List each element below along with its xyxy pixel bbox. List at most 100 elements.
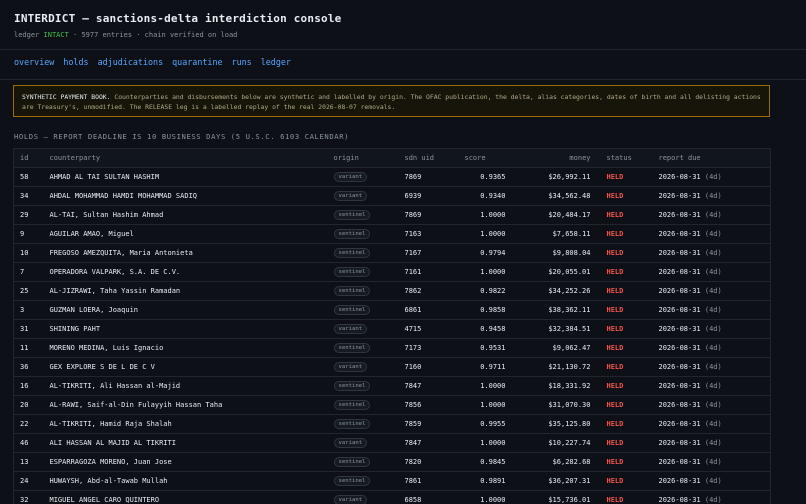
col-header-origin[interactable]: origin [327,148,399,168]
cell-counterparty: ALI HASSAN AL MAJID AL TIKRITI [43,433,328,453]
cell-id: 36 [13,357,44,377]
cell-money: $31,070.30 [519,395,597,415]
status-badge: HELD [606,477,624,485]
cell-sdn-uid: 7859 [398,414,459,434]
cell-money: $7,658.11 [519,224,597,244]
days-remaining: (4d) [704,420,722,428]
status-badge: HELD [606,268,624,276]
cell-score: 0.9458 [458,319,520,339]
days-remaining: (4d) [704,173,722,181]
col-header-score[interactable]: score [458,148,520,168]
table-row[interactable]: 31 SHINING PAHT variant 4715 0.9458 $32,384.5… [13,319,771,339]
report-due-date: 2026-08-31 [658,363,701,371]
cell-sdn-uid: 7862 [398,281,459,301]
nav-ledger[interactable]: ledger [261,56,291,79]
table-row[interactable]: 36 GEX EXPLORE S DE L DE C V variant 7160 0.… [13,357,771,377]
cell-counterparty: MORENO MEDINA, Luis Ignacio [43,338,328,358]
status-badge: HELD [606,306,624,314]
table-row[interactable]: 46 ALI HASSAN AL MAJID AL TIKRITI variant 7… [13,433,771,453]
cell-id: 25 [13,281,44,301]
origin-badge: sentinel [333,229,371,239]
report-due-date: 2026-08-31 [658,230,701,238]
cell-sdn-uid: 7161 [398,262,459,282]
cell-sdn-uid: 7861 [398,471,459,491]
origin-badge: sentinel [333,400,371,410]
col-header-counterparty[interactable]: counterparty [43,148,328,168]
cell-score: 0.9340 [458,186,520,206]
origin-badge: variant [333,495,368,504]
table-row[interactable]: 24 HUWAYSH, Abd-al-Tawab Mullah sentinel 78… [13,471,771,491]
nav-runs[interactable]: runs [232,56,252,79]
nav-overview[interactable]: overview [14,56,54,79]
cell-report-due: 2026-08-31 (4d) [652,471,771,491]
table-row[interactable]: 11 MORENO MEDINA, Luis Ignacio sentinel 717… [13,338,771,358]
nav-quarantine[interactable]: quarantine [172,56,222,79]
table-row[interactable]: 22 AL-TIKRITI, Hamid Raja Shalah sentinel 7… [13,414,771,434]
table-row[interactable]: 9 AGUILAR AMAO, Miguel sentinel 7163 1.0000 $… [13,224,771,244]
days-remaining: (4d) [704,477,722,485]
table-row[interactable]: 16 AL-TIKRITI, Ali Hassan al-Majid sentine… [13,376,771,396]
origin-badge: variant [333,172,368,182]
cell-sdn-uid: 7160 [398,357,459,377]
cell-report-due: 2026-08-31 (4d) [652,186,771,206]
notice-heading: SYNTHETIC PAYMENT BOOK. [22,93,111,101]
report-due-date: 2026-08-31 [658,287,701,295]
table-row[interactable]: 25 AL-JIZRAWI, Taha Yassin Ramadan sentine… [13,281,771,301]
cell-status: HELD [596,414,653,434]
cell-id: 13 [13,452,44,472]
cell-id: 7 [13,262,44,282]
cell-counterparty: AHMAD AL TAI SULTAN HASHIM [43,167,328,187]
table-row[interactable]: 34 AHDAL MOHAMMAD HAMDI MOHAMMAD SADIQ var… [13,186,771,206]
days-remaining: (4d) [704,363,722,371]
cell-score: 0.9531 [458,338,520,358]
cell-report-due: 2026-08-31 (4d) [652,433,771,453]
table-row[interactable]: 7 OPERADORA VALPARK, S.A. DE C.V. sentinel… [13,262,771,282]
table-row[interactable]: 58 AHMAD AL TAI SULTAN HASHIM variant 7869 0… [13,167,771,187]
status-badge: HELD [606,325,624,333]
cell-score: 0.9794 [458,243,520,263]
col-header-status[interactable]: status [596,148,653,168]
cell-report-due: 2026-08-31 (4d) [652,338,771,358]
cell-score: 0.9891 [458,471,520,491]
table-row[interactable]: 10 FREGOSO AMEZQUITA, Maria Antonieta sent… [13,243,771,263]
cell-sdn-uid: 7163 [398,224,459,244]
table-row[interactable]: 13 ESPARRAGOZA MORENO, Juan Jose sentinel 7… [13,452,771,472]
cell-sdn-uid: 6858 [398,490,459,504]
report-due-date: 2026-08-31 [658,306,701,314]
cell-counterparty: SHINING PAHT [43,319,328,339]
table-row[interactable]: 29 AL-TAI, Sultan Hashim Ahmad sentinel 786… [13,205,771,225]
table-row[interactable]: 20 AL-RAWI, Saif-al-Din Fulayyih Hassan T… [13,395,771,415]
status-badge: HELD [606,458,624,466]
origin-badge: sentinel [333,419,371,429]
cell-counterparty: AL-RAWI, Saif-al-Din Fulayyih Hassan Tah… [43,395,328,415]
col-header-sdn-uid[interactable]: sdn uid [398,148,459,168]
cell-origin: variant [327,357,399,377]
status-badge: HELD [606,287,624,295]
nav-holds[interactable]: holds [63,56,88,79]
cell-status: HELD [596,452,653,472]
cell-score: 0.9955 [458,414,520,434]
cell-report-due: 2026-08-31 (4d) [652,167,771,187]
cell-status: HELD [596,186,653,206]
cell-score: 0.9845 [458,452,520,472]
nav-adjudications[interactable]: adjudications [98,56,164,79]
days-remaining: (4d) [704,401,722,409]
main-nav: overview holds adjudications quarantine … [0,50,806,80]
table-row[interactable]: 32 MIGUEL ANGEL CARO QUINTERO variant 6858 1… [13,490,771,504]
cell-money: $6,282.68 [519,452,597,472]
col-header-id[interactable]: id [13,148,44,168]
cell-report-due: 2026-08-31 (4d) [652,395,771,415]
notice-text: Counterparties and disbursements below a… [22,93,761,111]
days-remaining: (4d) [704,268,722,276]
cell-score: 1.0000 [458,262,520,282]
table-row[interactable]: 3 GUZMAN LOERA, Joaquin sentinel 6861 0.9858… [13,300,771,320]
cell-status: HELD [596,300,653,320]
days-remaining: (4d) [704,496,722,504]
origin-badge: variant [333,438,368,448]
status-badge: HELD [606,439,624,447]
col-header-report-due[interactable]: report due [652,148,771,168]
report-due-date: 2026-08-31 [658,249,701,257]
col-header-money[interactable]: money [519,148,597,168]
cell-money: $18,331.92 [519,376,597,396]
cell-score: 0.9822 [458,281,520,301]
